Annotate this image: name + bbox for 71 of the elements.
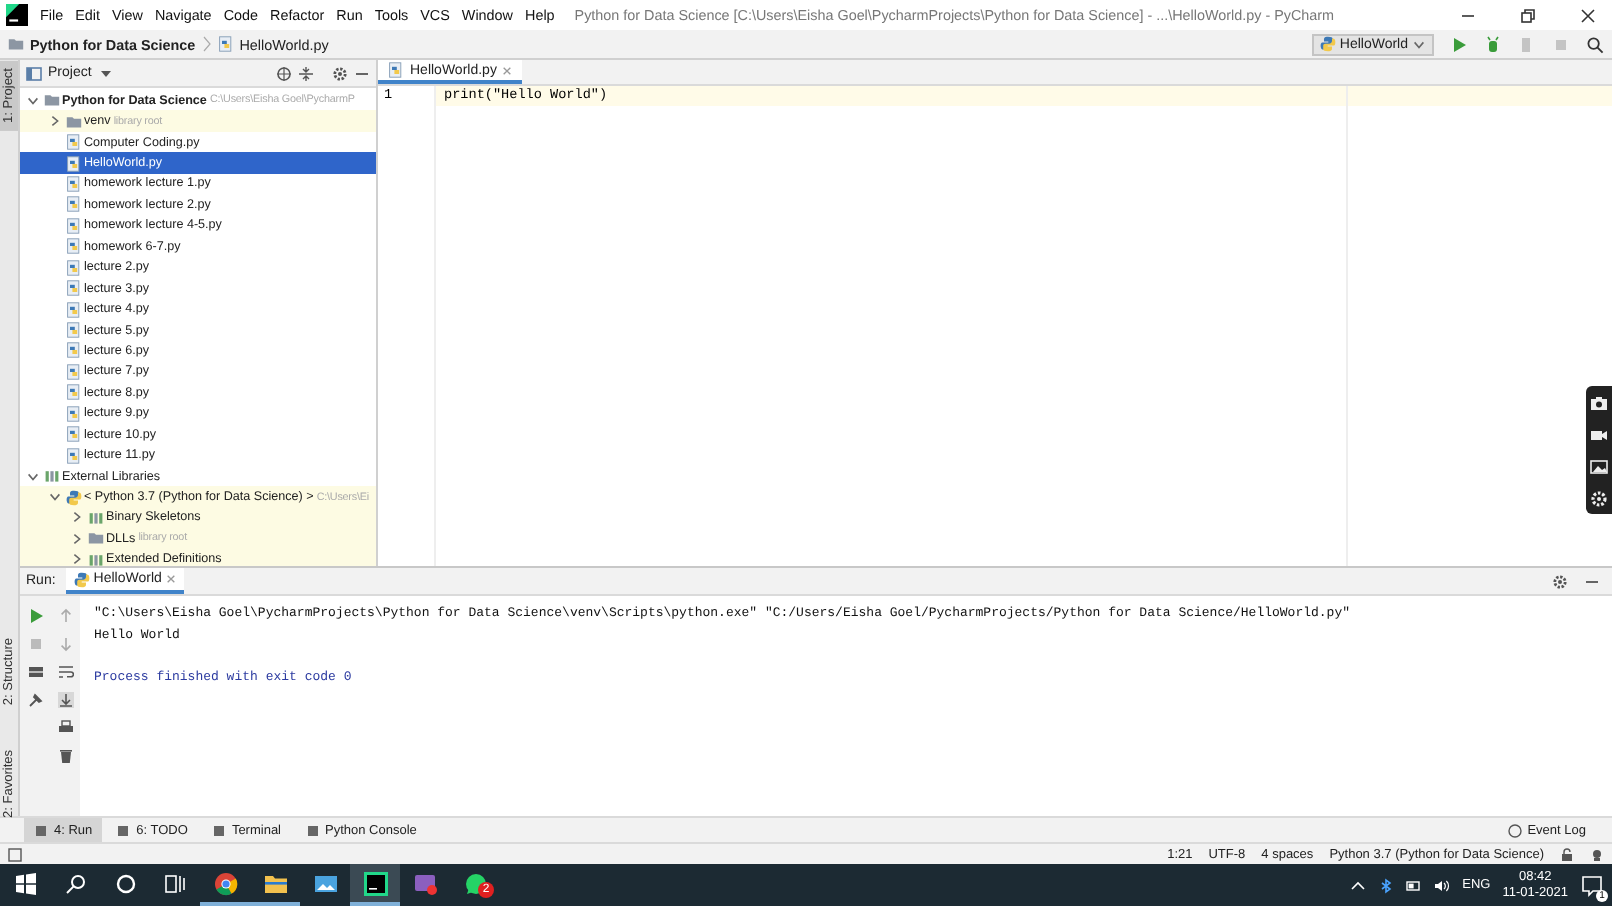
event-log-icon [1507, 823, 1522, 837]
run-icon[interactable] [27, 608, 43, 624]
project-view-icon [26, 65, 42, 81]
python-file-icon [217, 36, 234, 52]
debug-icon[interactable] [1484, 35, 1502, 53]
python-file-icon [65, 217, 81, 234]
python-file-icon [65, 363, 81, 380]
tool-window-icon [34, 823, 48, 837]
image-icon[interactable] [1590, 457, 1608, 475]
panel-toggle-icon[interactable] [8, 847, 22, 861]
speaker-icon[interactable] [1434, 877, 1451, 893]
python-file-icon [65, 259, 81, 276]
picture-icon [313, 871, 337, 895]
collapse-icon[interactable] [298, 65, 314, 81]
windows-logo-icon [13, 871, 37, 895]
chevron-up-icon[interactable] [1350, 877, 1367, 893]
lock-icon[interactable] [1560, 847, 1574, 861]
camera-icon[interactable] [1590, 393, 1608, 411]
dropdown-caret-icon [1412, 37, 1426, 51]
python-file-icon [65, 280, 81, 297]
python-file-icon [65, 426, 81, 443]
dropdown-caret-icon[interactable] [97, 65, 114, 81]
pin-icon[interactable] [27, 692, 43, 708]
battery-icon[interactable] [1406, 877, 1423, 893]
library-icon [87, 551, 103, 566]
python-file-icon [65, 447, 81, 464]
message-icon [1580, 873, 1604, 897]
python-file-icon [65, 384, 81, 401]
python-icon [73, 571, 90, 587]
python-file-icon [65, 342, 81, 359]
tool-window-icon [305, 823, 319, 837]
library-icon [43, 468, 59, 485]
wrap-icon[interactable] [57, 664, 73, 680]
print-icon[interactable] [57, 720, 73, 736]
video-camera-icon[interactable] [1590, 425, 1608, 443]
python-file-icon [65, 238, 81, 255]
close-icon[interactable] [1580, 7, 1596, 23]
pycharm-icon [363, 871, 387, 895]
python-icon [65, 489, 81, 506]
task-view-icon [163, 871, 187, 895]
tool-window-icon [211, 823, 226, 837]
python-file-icon [65, 322, 81, 339]
folder-icon [263, 871, 287, 895]
folder-icon [87, 530, 103, 547]
folder-icon [8, 36, 24, 52]
python-file-icon [65, 196, 81, 213]
python-file-icon [65, 175, 81, 192]
library-icon [87, 509, 103, 526]
python-icon [1319, 36, 1336, 52]
settings-icon[interactable] [1552, 573, 1568, 589]
search-icon [63, 871, 87, 895]
capture-icon [413, 871, 437, 895]
python-file-icon [65, 155, 81, 172]
inspector-icon[interactable] [1590, 847, 1604, 861]
layout-icon[interactable] [27, 664, 43, 680]
bluetooth-icon[interactable] [1378, 877, 1395, 893]
run-icon[interactable] [1450, 35, 1468, 53]
settings-icon[interactable] [332, 65, 348, 81]
chrome-icon [213, 871, 237, 895]
locate-icon[interactable] [276, 65, 292, 81]
python-file-icon [65, 134, 81, 151]
trash-icon[interactable] [57, 748, 73, 764]
python-file-icon [65, 301, 81, 318]
search-icon[interactable] [1586, 35, 1604, 53]
python-file-icon [65, 405, 81, 422]
separator-chevron-icon [201, 36, 212, 52]
scroll-to-end-icon[interactable] [57, 692, 73, 708]
restore-icon[interactable] [1520, 7, 1536, 23]
taskbar-app[interactable] [350, 864, 400, 906]
circle-icon [113, 871, 137, 895]
tool-window-icon [116, 823, 131, 837]
